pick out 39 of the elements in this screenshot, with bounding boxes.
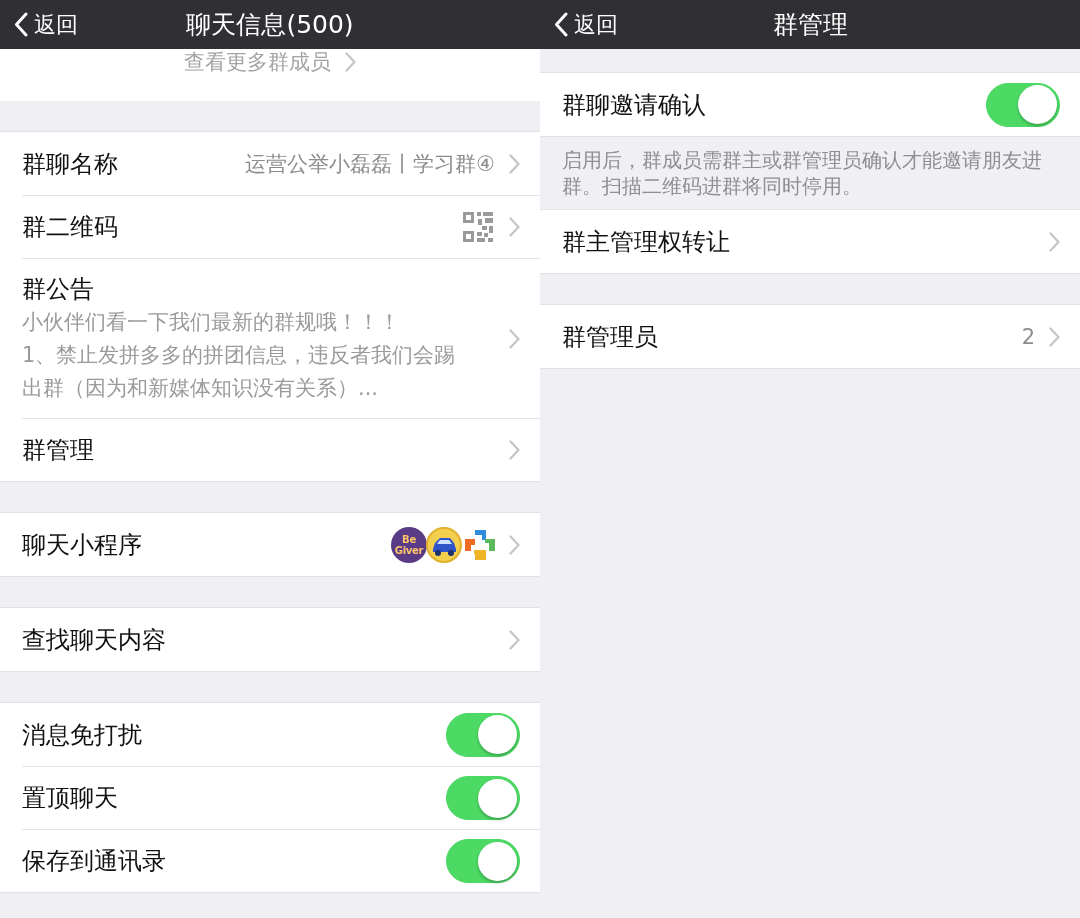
back-button[interactable]: 返回 — [14, 9, 78, 40]
row-label[interactable]: 群聊名称 — [22, 146, 118, 181]
row-label[interactable]: 查找聊天内容 — [22, 622, 166, 657]
row-label[interactable]: 群管理员 — [562, 319, 658, 354]
chevron-right-icon — [509, 153, 520, 174]
row-label[interactable]: 群主管理权转让 — [562, 224, 730, 259]
back-button[interactable]: 返回 — [554, 9, 618, 40]
row-label[interactable]: 保存到通讯录 — [22, 844, 166, 878]
qr-code-icon — [463, 212, 493, 242]
nav-title: 群管理 — [772, 8, 848, 41]
car-icon — [426, 526, 462, 563]
row-value: 2 — [1021, 323, 1035, 351]
back-chevron-icon — [14, 12, 28, 37]
back-chevron-icon — [554, 12, 568, 37]
row-label[interactable]: 群管理 — [22, 433, 94, 467]
row-label[interactable]: 群二维码 — [22, 210, 118, 244]
chevron-right-icon — [1049, 326, 1060, 347]
chevron-right-icon — [509, 629, 520, 650]
row-label[interactable]: 群聊邀请确认 — [562, 87, 706, 122]
row-label[interactable]: 群公告 — [22, 272, 94, 306]
nav-title: 聊天信息(500) — [186, 8, 354, 41]
toggle-switch[interactable] — [446, 839, 520, 883]
chevron-right-icon — [345, 52, 356, 72]
chevron-right-icon — [509, 217, 520, 237]
cross-icon — [465, 529, 495, 560]
row-value: 运营公举小磊磊丨学习群④ — [245, 150, 495, 178]
toggle-switch[interactable] — [446, 776, 520, 820]
row-label[interactable]: 消息免打扰 — [22, 717, 142, 752]
toggle-switch[interactable] — [446, 712, 520, 757]
section-footnote: 启用后，群成员需群主或群管理员确认才能邀请朋友进群。扫描二维码进群将同时停用。 — [561, 147, 1043, 200]
chevron-right-icon — [509, 534, 520, 555]
chevron-right-icon — [1049, 231, 1060, 252]
mini-program-logo[interactable]: Be Giver — [391, 526, 427, 563]
toggle-switch[interactable] — [986, 82, 1060, 127]
chevron-right-icon — [509, 440, 520, 460]
announcement-text: 小伙伴们看一下我们最新的群规哦！！！ 1、禁止发拼多多的拼团信息，违反者我们会踢 出群（因为和新媒体知识没有关系）... — [22, 309, 456, 402]
row-label[interactable]: 置顶聊天 — [22, 781, 118, 815]
row-label[interactable]: 聊天小程序 — [22, 527, 142, 562]
chevron-right-icon — [509, 328, 520, 349]
